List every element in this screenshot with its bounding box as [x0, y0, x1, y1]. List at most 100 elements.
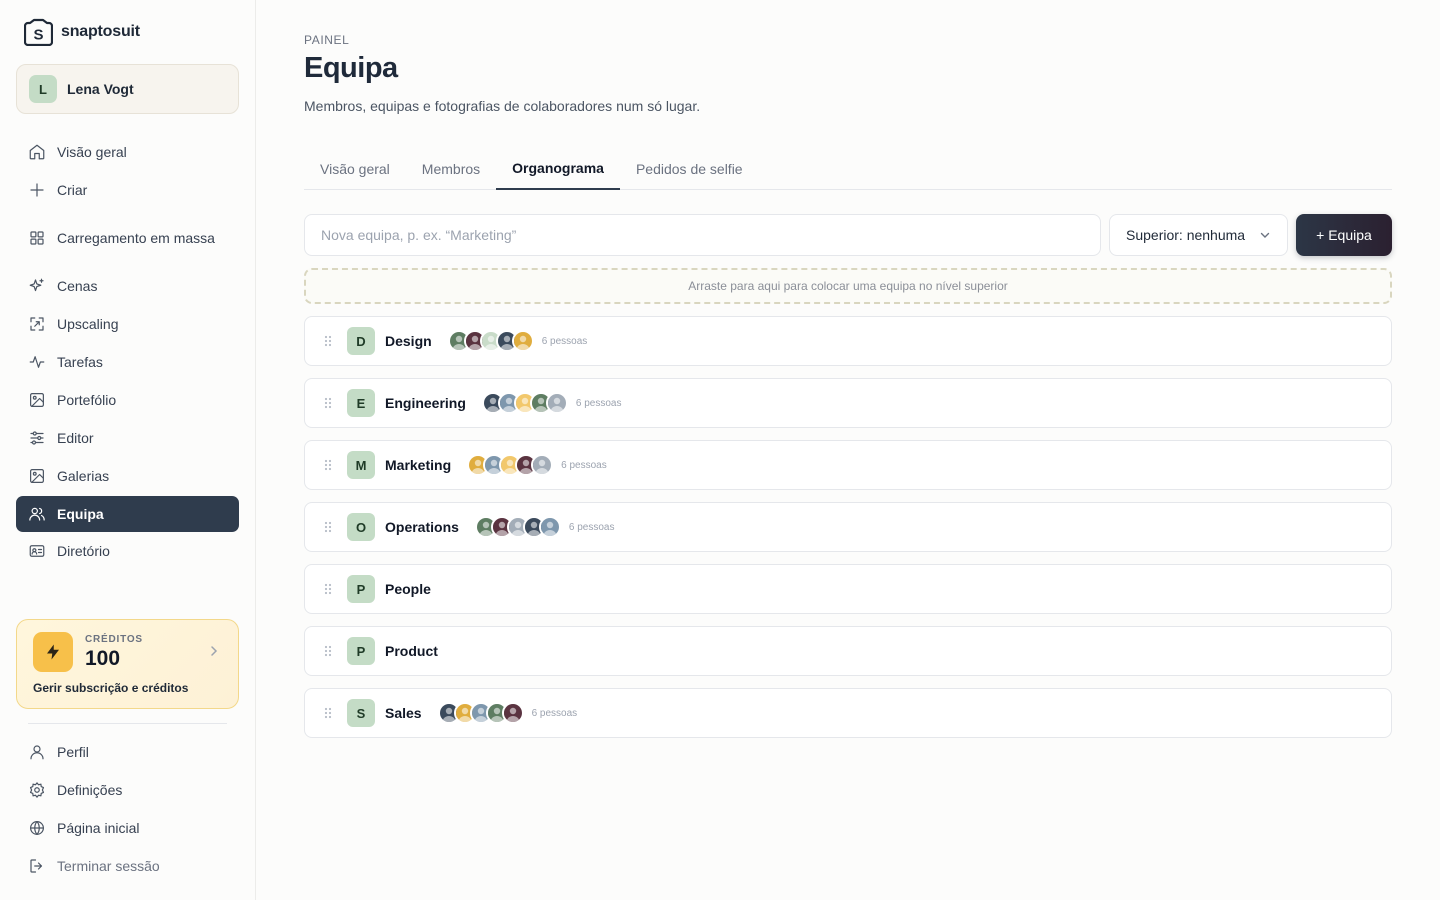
sidebar-item-label: Perfil	[57, 744, 89, 760]
drag-handle-icon[interactable]	[323, 582, 333, 596]
sidebar-item-label: Tarefas	[57, 354, 103, 370]
main-nav: Visão geral Criar Carregamento em massa Cen…	[16, 133, 239, 570]
team-row[interactable]: D Design 6 pessoas	[304, 316, 1392, 366]
sidebar-item-label: Equipa	[57, 506, 104, 522]
sidebar-item-label: Diretório	[57, 543, 110, 559]
grid-icon	[28, 229, 46, 247]
sidebar-item-editor[interactable]: Editor	[16, 419, 239, 457]
sidebar-item-label: Carregamento em massa	[57, 230, 215, 246]
sidebar-divider	[28, 723, 227, 724]
avatar	[501, 702, 524, 724]
chevron-down-icon	[1259, 229, 1271, 241]
team-name: Marketing	[385, 457, 452, 473]
team-row[interactable]: P Product	[304, 626, 1392, 676]
brand-name: snaptosuit	[61, 23, 140, 40]
team-row[interactable]: M Marketing 6 pessoas	[304, 440, 1392, 490]
sidebar-item-galleries[interactable]: Galerias	[16, 457, 239, 495]
user-switcher[interactable]: L Lena Vogt	[16, 64, 239, 114]
tab-membros[interactable]: Membros	[406, 147, 496, 190]
activity-icon	[28, 353, 46, 371]
team-row[interactable]: O Operations 6 pessoas	[304, 502, 1392, 552]
tab-organograma[interactable]: Organograma	[496, 147, 620, 190]
avatar: L	[29, 75, 57, 103]
sidebar-item-home[interactable]: Página inicial	[16, 809, 239, 847]
member-avatars	[437, 702, 524, 724]
drag-handle-icon[interactable]	[323, 396, 333, 410]
drag-handle-icon[interactable]	[323, 334, 333, 348]
drag-handle-icon[interactable]	[323, 644, 333, 658]
sparkles-icon	[28, 277, 46, 295]
page-subtitle: Membros, equipas e fotografias de colabo…	[304, 98, 701, 114]
credits-value: 100	[85, 647, 121, 670]
expand-icon	[28, 315, 46, 333]
users-icon	[28, 505, 46, 523]
team-name: Engineering	[385, 395, 466, 411]
team-badge: D	[347, 327, 375, 355]
id-card-icon	[28, 542, 46, 560]
sidebar-item-create[interactable]: Criar	[16, 171, 239, 209]
team-row[interactable]: S Sales 6 pessoas	[304, 688, 1392, 738]
sidebar-item-overview[interactable]: Visão geral	[16, 133, 239, 171]
sidebar-item-logout[interactable]: Terminar sessão	[16, 847, 239, 885]
sidebar-item-label: Cenas	[57, 278, 98, 294]
sidebar-item-label: Portefólio	[57, 392, 117, 408]
team-badge: P	[347, 637, 375, 665]
drag-handle-icon[interactable]	[323, 520, 333, 534]
sidebar: S snaptosuit L Lena Vogt Visão geral Cria…	[0, 0, 256, 900]
brand[interactable]: S snaptosuit	[24, 18, 140, 46]
credits-card[interactable]: CRÉDITOS 100 Gerir subscrição e créditos	[16, 619, 239, 709]
page-title: Equipa	[304, 52, 398, 84]
account-nav: Perfil Definições Página inicial Terminar s…	[16, 733, 239, 885]
tab-pedidos-de-selfie[interactable]: Pedidos de selfie	[620, 147, 759, 190]
drag-handle-icon[interactable]	[323, 706, 333, 720]
top-level-dropzone[interactable]: Arraste para aqui para colocar uma equip…	[304, 268, 1392, 304]
team-list: D Design 6 pessoas E Engineering 6 pessoas M Ma…	[304, 316, 1392, 750]
plus-icon	[28, 181, 46, 199]
member-count: 6 pessoas	[531, 707, 578, 719]
tab-visão-geral[interactable]: Visão geral	[304, 147, 406, 190]
superior-select[interactable]: Superior: nenhuma	[1109, 214, 1288, 256]
new-team-input[interactable]	[304, 214, 1101, 256]
sidebar-item-label: Terminar sessão	[57, 858, 160, 874]
sidebar-item-label: Criar	[57, 182, 88, 198]
team-badge: S	[347, 699, 375, 727]
team-name: Product	[385, 643, 438, 659]
chevron-right-icon	[208, 645, 220, 657]
sidebar-item-label: Página inicial	[57, 820, 140, 836]
sidebar-item-label: Editor	[57, 430, 94, 446]
gallery-icon	[28, 467, 46, 485]
team-row[interactable]: P People	[304, 564, 1392, 614]
sidebar-item-team[interactable]: Equipa	[16, 496, 239, 532]
sidebar-item-settings[interactable]: Definições	[16, 771, 239, 809]
lightning-icon	[33, 632, 73, 672]
sidebar-item-profile[interactable]: Perfil	[16, 733, 239, 771]
sidebar-item-scenes[interactable]: Cenas	[16, 267, 239, 305]
sidebar-item-upscaling[interactable]: Upscaling	[16, 305, 239, 343]
sliders-icon	[28, 429, 46, 447]
globe-icon	[28, 819, 46, 837]
team-name: Sales	[385, 705, 422, 721]
sidebar-item-tasks[interactable]: Tarefas	[16, 343, 239, 381]
member-avatars	[481, 392, 568, 414]
sidebar-item-label: Galerias	[57, 468, 110, 484]
member-avatars	[447, 330, 534, 352]
add-team-button[interactable]: + Equipa	[1296, 214, 1392, 256]
sidebar-item-portfolio[interactable]: Portefólio	[16, 381, 239, 419]
manage-subscription-link[interactable]: Gerir subscrição e créditos	[33, 681, 188, 695]
team-row[interactable]: E Engineering 6 pessoas	[304, 378, 1392, 428]
sidebar-item-directory[interactable]: Diretório	[16, 532, 239, 570]
team-badge: O	[347, 513, 375, 541]
member-count: 6 pessoas	[575, 397, 622, 409]
team-badge: P	[347, 575, 375, 603]
drag-handle-icon[interactable]	[323, 458, 333, 472]
member-avatars	[474, 516, 561, 538]
brand-logo-icon: S	[24, 18, 53, 46]
credits-label: CRÉDITOS	[85, 634, 143, 645]
user-icon	[28, 743, 46, 761]
sidebar-item-bulk[interactable]: Carregamento em massa	[16, 209, 239, 267]
member-count: 6 pessoas	[541, 335, 588, 347]
team-name: Design	[385, 333, 432, 349]
image-icon	[28, 391, 46, 409]
member-avatars	[467, 454, 554, 476]
member-count: 6 pessoas	[561, 459, 607, 471]
